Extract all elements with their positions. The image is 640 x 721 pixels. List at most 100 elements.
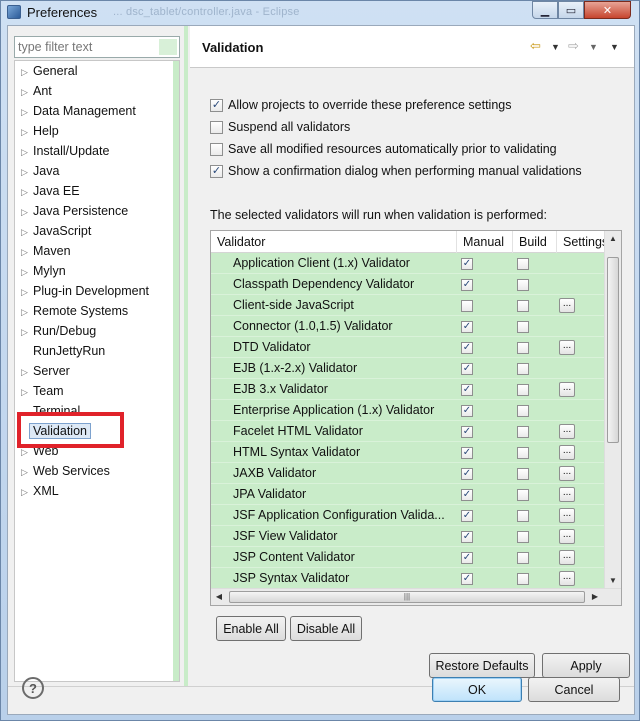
tree-item-web-services[interactable]: ▷ Web Services (15, 461, 179, 481)
close-button[interactable]: ✕ (584, 1, 631, 19)
build-checkbox[interactable] (517, 467, 529, 480)
expand-arrow-icon[interactable]: ▷ (21, 382, 33, 402)
column-header-build[interactable]: Build (513, 231, 557, 253)
minimize-button[interactable]: ▁ (532, 1, 558, 19)
validator-settings-button[interactable]: ... (559, 424, 575, 439)
preferences-tree[interactable]: ▷ General ▷ Ant ▷ Data Management ▷ Help ▷ Instal… (14, 60, 180, 682)
validator-settings-button[interactable]: ... (559, 529, 575, 544)
table-row[interactable]: Connector (1.0,1.5) Validator (211, 316, 605, 337)
manual-checkbox[interactable] (461, 257, 473, 270)
tree-item-general[interactable]: ▷ General (15, 61, 179, 81)
build-checkbox[interactable] (517, 383, 529, 396)
build-checkbox[interactable] (517, 299, 529, 312)
expand-arrow-icon[interactable]: ▷ (21, 242, 33, 262)
table-row[interactable]: Client-side JavaScript... (211, 295, 605, 316)
ok-button[interactable]: OK (432, 677, 522, 702)
table-row[interactable]: EJB 3.x Validator... (211, 379, 605, 400)
tree-item-java[interactable]: ▷ Java (15, 161, 179, 181)
expand-arrow-icon[interactable]: ▷ (21, 462, 33, 482)
tree-item-data-management[interactable]: ▷ Data Management (15, 101, 179, 121)
expand-arrow-icon[interactable]: ▷ (21, 362, 33, 382)
table-row[interactable]: JSP Content Validator... (211, 547, 605, 568)
tree-item-help[interactable]: ▷ Help (15, 121, 179, 141)
manual-checkbox[interactable] (461, 488, 473, 501)
validator-settings-button[interactable]: ... (559, 298, 575, 313)
table-horizontal-scrollbar[interactable]: ◀ ||| ▶ (211, 588, 621, 605)
table-row[interactable]: Classpath Dependency Validator (211, 274, 605, 295)
expand-arrow-icon[interactable]: ▷ (21, 202, 33, 222)
scroll-up-icon[interactable]: ▲ (605, 231, 621, 247)
validators-table[interactable]: Validator Manual Build Settings Applicat… (210, 230, 622, 606)
tree-item-terminal[interactable]: ▷Terminal (15, 401, 179, 421)
tree-item-run-debug[interactable]: ▷ Run/Debug (15, 321, 179, 341)
title-bar[interactable]: Preferences ... dsc_tablet/controller.ja… (1, 1, 639, 25)
save-modified-checkbox[interactable] (210, 142, 223, 156)
build-checkbox[interactable] (517, 320, 529, 333)
expand-arrow-icon[interactable]: ▷ (21, 442, 33, 462)
tree-item-runjettyrun[interactable]: ▷RunJettyRun (15, 341, 179, 361)
validator-settings-button[interactable]: ... (559, 550, 575, 565)
expand-arrow-icon[interactable]: ▷ (21, 82, 33, 102)
column-header-validator[interactable]: Validator (211, 231, 457, 253)
vertical-scroll-thumb[interactable] (607, 257, 619, 443)
expand-arrow-icon[interactable]: ▷ (21, 302, 33, 322)
manual-checkbox[interactable] (461, 425, 473, 438)
build-checkbox[interactable] (517, 362, 529, 375)
validator-settings-button[interactable]: ... (559, 508, 575, 523)
help-icon[interactable]: ? (22, 677, 44, 699)
table-row[interactable]: Enterprise Application (1.x) Validator (211, 400, 605, 421)
build-checkbox[interactable] (517, 446, 529, 459)
expand-arrow-icon[interactable]: ▷ (21, 102, 33, 122)
column-header-settings[interactable]: Settings (557, 231, 605, 253)
expand-arrow-icon[interactable]: ▷ (21, 162, 33, 182)
allow-override-checkbox[interactable] (210, 98, 223, 112)
manual-checkbox[interactable] (461, 446, 473, 459)
table-row[interactable]: EJB (1.x-2.x) Validator (211, 358, 605, 379)
build-checkbox[interactable] (517, 530, 529, 543)
validator-settings-button[interactable]: ... (559, 340, 575, 355)
cancel-button[interactable]: Cancel (528, 677, 620, 702)
tree-item-server[interactable]: ▷ Server (15, 361, 179, 381)
manual-checkbox[interactable] (461, 278, 473, 291)
expand-arrow-icon[interactable]: ▷ (21, 182, 33, 202)
enable-all-button[interactable]: Enable All (216, 616, 286, 641)
expand-arrow-icon[interactable]: ▷ (21, 482, 33, 502)
scroll-down-icon[interactable]: ▼ (605, 573, 621, 589)
expand-arrow-icon[interactable]: ▷ (21, 282, 33, 302)
validator-settings-button[interactable]: ... (559, 487, 575, 502)
validator-settings-button[interactable]: ... (559, 466, 575, 481)
option-allow-override[interactable]: Allow projects to override these prefere… (210, 96, 511, 114)
expand-arrow-icon[interactable]: ▷ (21, 62, 33, 82)
build-checkbox[interactable] (517, 341, 529, 354)
tree-item-team[interactable]: ▷ Team (15, 381, 179, 401)
table-row[interactable]: DTD Validator... (211, 337, 605, 358)
build-checkbox[interactable] (517, 509, 529, 522)
table-vertical-scrollbar[interactable]: ▲ ▼ (604, 231, 621, 589)
manual-checkbox[interactable] (461, 362, 473, 375)
manual-checkbox[interactable] (461, 551, 473, 564)
manual-checkbox[interactable] (461, 572, 473, 585)
tree-item-validation[interactable]: ▷Validation (15, 421, 179, 441)
suspend-all-checkbox[interactable] (210, 120, 223, 134)
build-checkbox[interactable] (517, 257, 529, 270)
tree-item-java-ee[interactable]: ▷ Java EE (15, 181, 179, 201)
table-row[interactable]: Facelet HTML Validator... (211, 421, 605, 442)
tree-item-maven[interactable]: ▷ Maven (15, 241, 179, 261)
build-checkbox[interactable] (517, 551, 529, 564)
manual-checkbox[interactable] (461, 509, 473, 522)
expand-arrow-icon[interactable]: ▷ (21, 262, 33, 282)
build-checkbox[interactable] (517, 425, 529, 438)
build-checkbox[interactable] (517, 488, 529, 501)
table-row[interactable]: HTML Syntax Validator... (211, 442, 605, 463)
table-row[interactable]: Application Client (1.x) Validator (211, 253, 605, 274)
forward-dropdown-icon[interactable]: ▼ (589, 42, 598, 52)
option-show-confirmation[interactable]: Show a confirmation dialog when performi… (210, 162, 582, 180)
manual-checkbox[interactable] (461, 467, 473, 480)
expand-arrow-icon[interactable]: ▷ (21, 142, 33, 162)
view-menu-icon[interactable]: ▼ (610, 42, 619, 52)
validator-settings-button[interactable]: ... (559, 445, 575, 460)
option-save-modified[interactable]: Save all modified resources automaticall… (210, 140, 557, 158)
pane-sash[interactable] (184, 26, 188, 686)
validator-settings-button[interactable]: ... (559, 382, 575, 397)
tree-item-mylyn[interactable]: ▷ Mylyn (15, 261, 179, 281)
